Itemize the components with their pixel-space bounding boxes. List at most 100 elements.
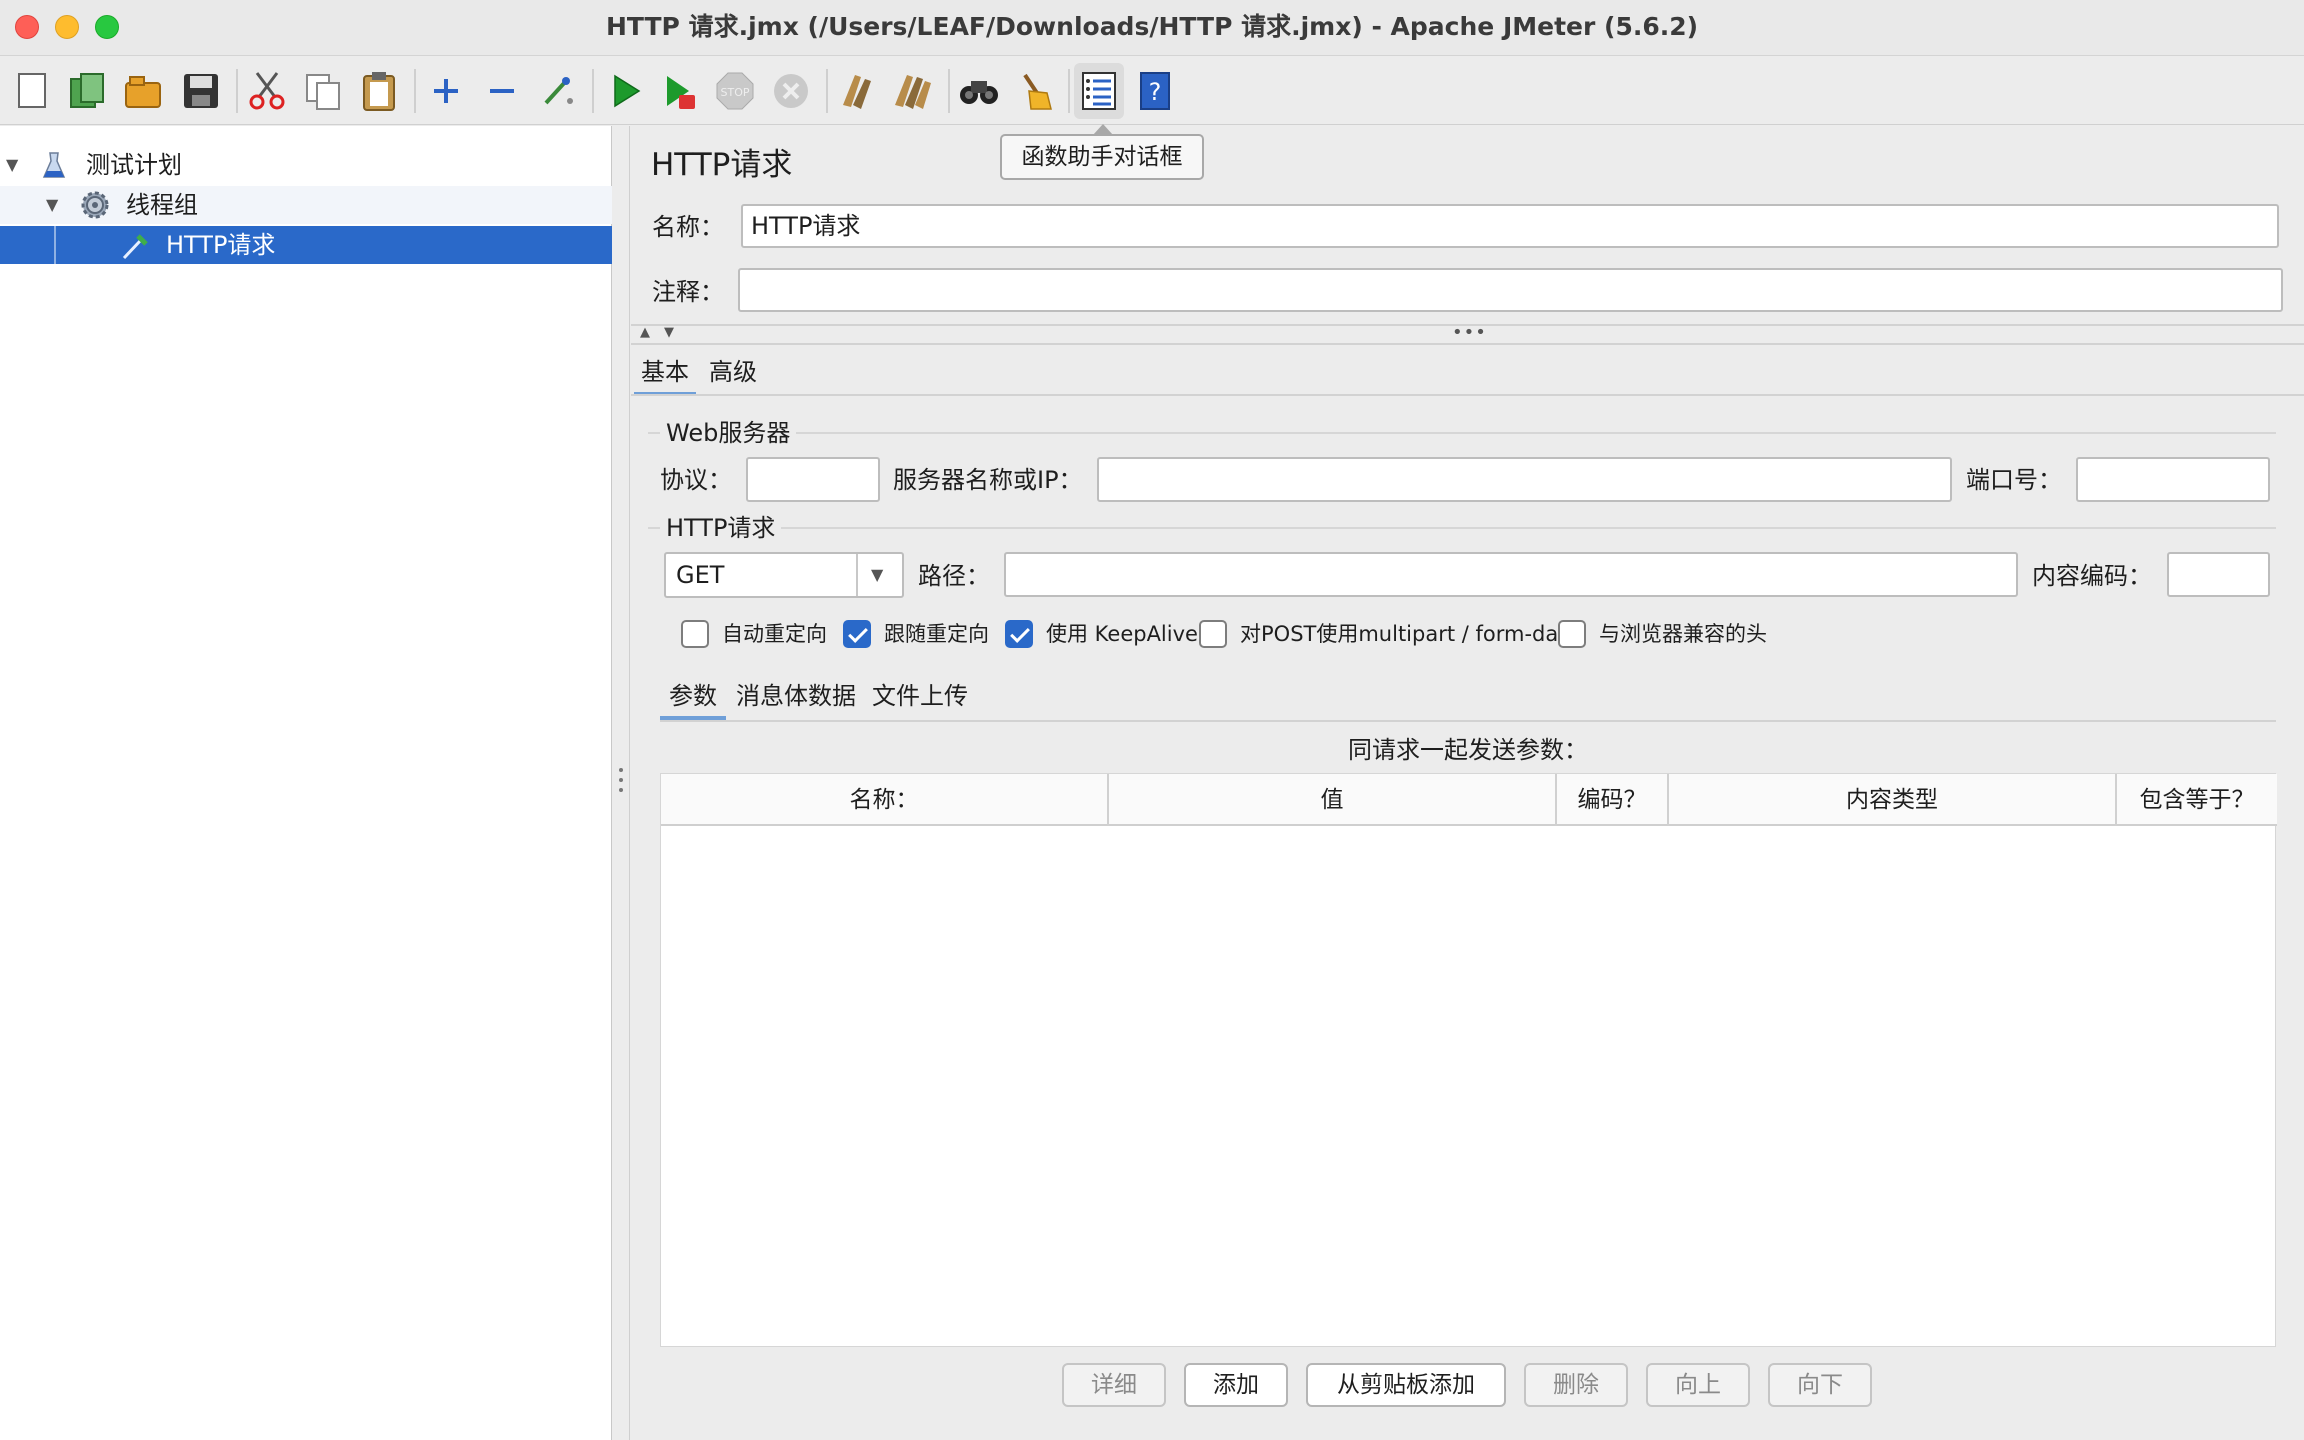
templates-icon[interactable] (62, 63, 112, 119)
open-icon[interactable] (118, 63, 168, 119)
keepalive-checkbox[interactable] (1005, 620, 1033, 648)
toolbar-separator (826, 69, 828, 113)
column-header-value[interactable]: 值 (1109, 774, 1557, 826)
divider (631, 394, 2304, 396)
method-select-value: GET (676, 561, 725, 589)
start-no-pauses-icon[interactable] (654, 63, 704, 119)
tree-item-test-plan[interactable]: ▼ 测试计划 (0, 146, 612, 184)
tree-guide-line (54, 226, 56, 264)
move-down-button[interactable]: 向下 (1768, 1363, 1872, 1407)
expand-icon[interactable] (421, 63, 471, 119)
divider (631, 343, 2304, 345)
toolbar: STOP ? (0, 57, 2304, 125)
flask-icon (42, 151, 66, 179)
splitter-grip (619, 778, 623, 782)
method-select[interactable]: GET ▼ (664, 552, 904, 598)
divider (660, 720, 2276, 722)
server-field[interactable] (1097, 457, 1952, 502)
help-icon[interactable]: ? (1130, 63, 1180, 119)
keepalive-label: 使用 KeepAlive (1046, 622, 1198, 646)
tooltip-pointer (1093, 124, 1113, 135)
toolbar-separator (414, 69, 416, 113)
page-title: HTTP请求 (651, 147, 793, 183)
svg-text:?: ? (1149, 78, 1162, 106)
params-table[interactable]: 名称： 值 编码？ 内容类型 包含等于？ (660, 773, 2277, 1347)
add-button[interactable]: 添加 (1184, 1363, 1288, 1407)
select-divider (856, 554, 858, 596)
tab-parameters[interactable]: 参数 (660, 674, 726, 718)
follow-redirect-checkbox[interactable] (843, 620, 871, 648)
web-server-section-title: Web服务器 (660, 415, 797, 451)
protocol-label: 协议： (660, 466, 732, 494)
start-icon[interactable] (600, 63, 650, 119)
auto-redirect-checkbox[interactable] (681, 620, 709, 648)
tree-item-label: 线程组 (126, 191, 198, 219)
comment-field[interactable] (738, 268, 2283, 312)
panel-splitter[interactable] (612, 126, 630, 1440)
clear-icon[interactable] (832, 63, 882, 119)
column-header-include-equals[interactable]: 包含等于？ (2117, 774, 2277, 826)
tab-advanced[interactable]: 高级 (702, 350, 764, 394)
delete-button[interactable]: 删除 (1524, 1363, 1628, 1407)
expand-arrow-icon[interactable]: ▼ (6, 146, 18, 184)
http-request-section-title: HTTP请求 (660, 510, 782, 546)
toolbar-separator (1068, 69, 1070, 113)
copy-icon[interactable] (298, 63, 348, 119)
search-icon[interactable] (954, 63, 1004, 119)
comment-label: 注释： (652, 278, 724, 306)
server-label: 服务器名称或IP： (893, 466, 1083, 494)
browser-headers-checkbox[interactable] (1558, 620, 1586, 648)
toolbar-separator (948, 69, 950, 113)
reset-search-icon[interactable] (1010, 63, 1060, 119)
cut-icon[interactable] (242, 63, 292, 119)
tab-files-upload[interactable]: 文件上传 (868, 674, 972, 718)
name-label: 名称： (652, 213, 724, 241)
params-caption: 同请求一起发送参数： (1348, 736, 1588, 764)
chevron-down-icon: ▼ (871, 565, 884, 584)
follow-redirect-label: 跟随重定向 (884, 622, 989, 646)
auto-redirect-label: 自动重定向 (722, 622, 827, 646)
expand-arrow-icon[interactable]: ▼ (46, 186, 58, 224)
table-header: 名称： 值 编码？ 内容类型 包含等于？ (661, 774, 2277, 826)
new-icon[interactable] (8, 63, 58, 119)
tree-item-http-request[interactable]: HTTP请求 (0, 226, 612, 264)
toolbar-separator (592, 69, 594, 113)
encoding-field[interactable] (2167, 552, 2270, 597)
save-icon[interactable] (176, 63, 226, 119)
path-field[interactable] (1004, 552, 2018, 597)
multipart-checkbox[interactable] (1199, 620, 1227, 648)
clear-all-icon[interactable] (888, 63, 938, 119)
port-field[interactable] (2076, 457, 2270, 502)
function-helper-icon[interactable] (1074, 63, 1124, 119)
protocol-field[interactable] (746, 457, 880, 502)
splitter-grip (619, 768, 623, 772)
toolbar-separator (236, 69, 238, 113)
column-header-content-type[interactable]: 内容类型 (1669, 774, 2117, 826)
toggle-icon[interactable] (533, 63, 583, 119)
collapse-icon[interactable] (477, 63, 527, 119)
tab-body-data[interactable]: 消息体数据 (734, 674, 858, 718)
detail-button[interactable]: 详细 (1062, 1363, 1166, 1407)
stop-icon[interactable]: STOP (710, 63, 760, 119)
add-from-clipboard-button[interactable]: 从剪贴板添加 (1306, 1363, 1506, 1407)
collapse-down-icon[interactable]: ▼ (664, 325, 674, 340)
paste-icon[interactable] (354, 63, 404, 119)
browser-headers-label: 与浏览器兼容的头 (1599, 622, 1767, 646)
drag-handle-icon[interactable]: ••• (1452, 322, 1487, 343)
multipart-label: 对POST使用multipart / form-data (1240, 622, 1580, 646)
tree-item-label: HTTP请求 (166, 231, 276, 259)
tab-basic[interactable]: 基本 (634, 350, 696, 394)
shutdown-icon[interactable] (766, 63, 816, 119)
column-header-encode[interactable]: 编码？ (1557, 774, 1669, 826)
group-border (648, 527, 2276, 529)
svg-text:STOP: STOP (721, 86, 750, 99)
pipette-icon (120, 231, 150, 261)
tree-item-thread-group[interactable]: ▼ 线程组 (0, 186, 612, 224)
port-label: 端口号： (1966, 466, 2062, 494)
path-label: 路径： (918, 562, 990, 590)
move-up-button[interactable]: 向上 (1646, 1363, 1750, 1407)
name-field[interactable]: HTTP请求 (741, 204, 2279, 248)
column-header-name[interactable]: 名称： (661, 774, 1109, 826)
title-bar: HTTP 请求.jmx (/Users/LEAF/Downloads/HTTP … (0, 0, 2304, 56)
collapse-up-icon[interactable]: ▲ (640, 325, 650, 340)
